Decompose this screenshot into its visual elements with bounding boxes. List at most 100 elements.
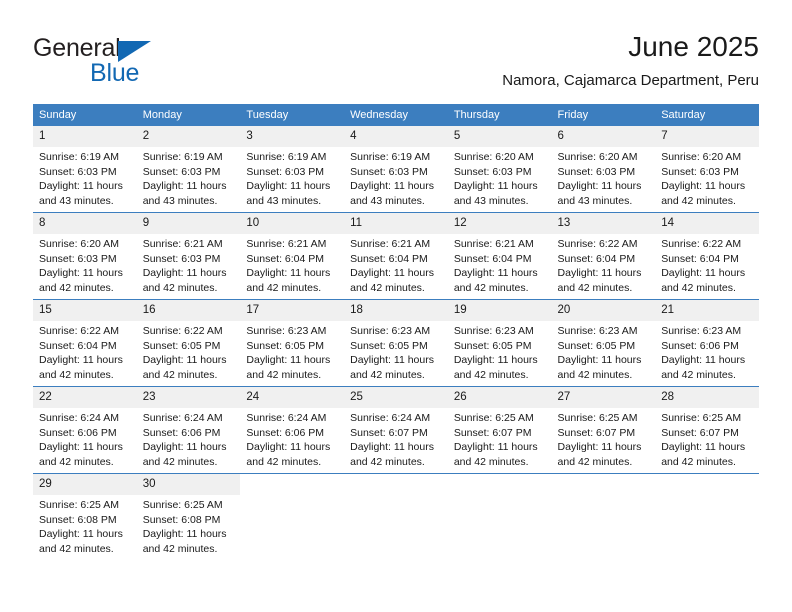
day-details: Sunrise: 6:21 AM Sunset: 6:03 PM Daylight:… bbox=[137, 234, 241, 295]
weekday-header-friday: Friday bbox=[551, 104, 656, 126]
day-details: Sunrise: 6:19 AM Sunset: 6:03 PM Daylight:… bbox=[33, 147, 137, 208]
day-number bbox=[655, 474, 759, 495]
weekday-header-monday: Monday bbox=[136, 104, 241, 126]
daylight-text: Daylight: 11 hours and 42 minutes. bbox=[142, 267, 227, 294]
calendar-table: Sunday Monday Tuesday Wednesday Thursday… bbox=[33, 104, 759, 560]
sunset-text: Sunset: 6:07 PM bbox=[557, 426, 636, 439]
calendar-day-cell[interactable]: 21 Sunrise: 6:23 AM Sunset: 6:06 PM Dayligh… bbox=[655, 299, 759, 387]
calendar-day-cell[interactable]: 1 Sunrise: 6:19 AM Sunset: 6:03 PM Daylight… bbox=[33, 126, 137, 213]
sunset-text: Sunset: 6:03 PM bbox=[142, 252, 221, 265]
day-details bbox=[448, 495, 552, 498]
calendar-day-cell[interactable]: 11 Sunrise: 6:21 AM Sunset: 6:04 PM Dayligh… bbox=[344, 212, 448, 300]
day-number: 17 bbox=[240, 300, 345, 321]
day-number: 24 bbox=[240, 387, 345, 408]
day-number: 14 bbox=[655, 213, 759, 234]
general-blue-logo[interactable]: General Blue bbox=[33, 34, 173, 88]
day-details: Sunrise: 6:23 AM Sunset: 6:05 PM Daylight:… bbox=[240, 321, 344, 382]
calendar-day-cell[interactable]: 8 Sunrise: 6:20 AM Sunset: 6:03 PM Daylight… bbox=[33, 212, 137, 300]
day-cell-inner: 25 Sunrise: 6:24 AM Sunset: 6:07 PM Dayligh… bbox=[344, 387, 448, 469]
sunset-text: Sunset: 6:04 PM bbox=[246, 252, 325, 265]
day-number: 25 bbox=[344, 387, 448, 408]
day-number: 12 bbox=[447, 213, 552, 234]
day-number: 23 bbox=[136, 387, 241, 408]
calendar-day-cell[interactable]: 9 Sunrise: 6:21 AM Sunset: 6:03 PM Daylight… bbox=[136, 212, 241, 300]
calendar-day-cell[interactable]: 7 Sunrise: 6:20 AM Sunset: 6:03 PM Daylight… bbox=[655, 126, 759, 213]
day-number: 15 bbox=[33, 300, 137, 321]
calendar-day-cell[interactable]: 3 Sunrise: 6:19 AM Sunset: 6:03 PM Daylight… bbox=[240, 126, 345, 213]
calendar-day-cell[interactable]: 26 Sunrise: 6:25 AM Sunset: 6:07 PM Dayligh… bbox=[447, 386, 552, 474]
day-number: 7 bbox=[655, 126, 759, 147]
daylight-text: Daylight: 11 hours and 42 minutes. bbox=[142, 354, 227, 381]
day-cell-inner: 24 Sunrise: 6:24 AM Sunset: 6:06 PM Dayligh… bbox=[240, 387, 345, 469]
day-number bbox=[344, 474, 448, 495]
calendar-week-row: 29 Sunrise: 6:25 AM Sunset: 6:08 PM Dayligh… bbox=[33, 473, 759, 560]
sunset-text: Sunset: 6:03 PM bbox=[246, 165, 325, 178]
calendar-day-cell[interactable]: 6 Sunrise: 6:20 AM Sunset: 6:03 PM Daylight… bbox=[551, 126, 656, 213]
day-cell-inner: 7 Sunrise: 6:20 AM Sunset: 6:03 PM Daylight… bbox=[655, 126, 759, 208]
calendar-day-cell[interactable]: 30 Sunrise: 6:25 AM Sunset: 6:08 PM Dayligh… bbox=[136, 473, 241, 560]
sunrise-text: Sunrise: 6:25 AM bbox=[557, 412, 638, 424]
sunrise-text: Sunrise: 6:21 AM bbox=[246, 238, 327, 250]
day-number: 6 bbox=[551, 126, 656, 147]
day-details: Sunrise: 6:22 AM Sunset: 6:04 PM Daylight:… bbox=[33, 321, 137, 382]
calendar-day-cell[interactable]: 28 Sunrise: 6:25 AM Sunset: 6:07 PM Dayligh… bbox=[655, 386, 759, 474]
calendar-day-cell[interactable]: 10 Sunrise: 6:21 AM Sunset: 6:04 PM Dayligh… bbox=[240, 212, 345, 300]
calendar-day-cell[interactable]: 23 Sunrise: 6:24 AM Sunset: 6:06 PM Dayligh… bbox=[136, 386, 241, 474]
sunrise-text: Sunrise: 6:20 AM bbox=[453, 151, 534, 163]
sunrise-text: Sunrise: 6:19 AM bbox=[39, 151, 119, 163]
daylight-text: Daylight: 11 hours and 42 minutes. bbox=[246, 354, 331, 381]
day-cell-inner bbox=[552, 474, 656, 498]
sunset-text: Sunset: 6:04 PM bbox=[350, 252, 428, 265]
day-number: 21 bbox=[655, 300, 759, 321]
day-details bbox=[655, 495, 759, 498]
daylight-text: Daylight: 11 hours and 42 minutes. bbox=[39, 354, 123, 381]
daylight-text: Daylight: 11 hours and 42 minutes. bbox=[142, 441, 227, 468]
daylight-text: Daylight: 11 hours and 43 minutes. bbox=[350, 180, 434, 207]
day-cell-inner: 17 Sunrise: 6:23 AM Sunset: 6:05 PM Dayligh… bbox=[240, 300, 345, 382]
logo-text-blue: Blue bbox=[90, 59, 140, 87]
calendar-day-cell[interactable]: 12 Sunrise: 6:21 AM Sunset: 6:04 PM Dayligh… bbox=[447, 212, 552, 300]
calendar-day-cell[interactable]: 16 Sunrise: 6:22 AM Sunset: 6:05 PM Dayligh… bbox=[136, 299, 241, 387]
sunset-text: Sunset: 6:07 PM bbox=[661, 426, 739, 439]
sunrise-text: Sunrise: 6:25 AM bbox=[453, 412, 534, 424]
calendar-day-cell[interactable]: 2 Sunrise: 6:19 AM Sunset: 6:03 PM Daylight… bbox=[136, 126, 241, 213]
day-number: 2 bbox=[136, 126, 241, 147]
day-number: 3 bbox=[240, 126, 345, 147]
day-cell-inner: 8 Sunrise: 6:20 AM Sunset: 6:03 PM Daylight… bbox=[33, 213, 137, 295]
calendar-day-cell[interactable]: 25 Sunrise: 6:24 AM Sunset: 6:07 PM Dayligh… bbox=[344, 386, 448, 474]
sunset-text: Sunset: 6:06 PM bbox=[39, 426, 117, 439]
daylight-text: Daylight: 11 hours and 42 minutes. bbox=[557, 354, 642, 381]
day-number bbox=[240, 474, 344, 495]
sunset-text: Sunset: 6:06 PM bbox=[142, 426, 221, 439]
calendar-day-cell[interactable]: 20 Sunrise: 6:23 AM Sunset: 6:05 PM Dayligh… bbox=[551, 299, 656, 387]
day-cell-inner: 15 Sunrise: 6:22 AM Sunset: 6:04 PM Dayligh… bbox=[33, 300, 137, 382]
day-details: Sunrise: 6:24 AM Sunset: 6:07 PM Daylight:… bbox=[344, 408, 448, 469]
day-cell-inner: 21 Sunrise: 6:23 AM Sunset: 6:06 PM Dayligh… bbox=[655, 300, 759, 382]
calendar-day-cell[interactable]: 13 Sunrise: 6:22 AM Sunset: 6:04 PM Dayligh… bbox=[551, 212, 656, 300]
calendar-day-cell[interactable]: 17 Sunrise: 6:23 AM Sunset: 6:05 PM Dayligh… bbox=[240, 299, 345, 387]
day-number bbox=[448, 474, 552, 495]
calendar-day-cell[interactable]: 18 Sunrise: 6:23 AM Sunset: 6:05 PM Dayligh… bbox=[344, 299, 448, 387]
sunset-text: Sunset: 6:03 PM bbox=[39, 252, 117, 265]
calendar-day-cell[interactable]: 29 Sunrise: 6:25 AM Sunset: 6:08 PM Dayligh… bbox=[33, 473, 137, 560]
sunset-text: Sunset: 6:06 PM bbox=[661, 339, 739, 352]
daylight-text: Daylight: 11 hours and 42 minutes. bbox=[661, 267, 746, 294]
day-details: Sunrise: 6:25 AM Sunset: 6:07 PM Daylight:… bbox=[448, 408, 552, 469]
calendar-day-cell[interactable]: 22 Sunrise: 6:24 AM Sunset: 6:06 PM Dayligh… bbox=[33, 386, 137, 474]
day-number: 27 bbox=[551, 387, 656, 408]
day-number: 4 bbox=[344, 126, 448, 147]
calendar-day-cell[interactable]: 19 Sunrise: 6:23 AM Sunset: 6:05 PM Dayligh… bbox=[447, 299, 552, 387]
calendar-day-cell[interactable]: 14 Sunrise: 6:22 AM Sunset: 6:04 PM Dayligh… bbox=[655, 212, 759, 300]
sunrise-text: Sunrise: 6:25 AM bbox=[39, 499, 119, 511]
daylight-text: Daylight: 11 hours and 42 minutes. bbox=[557, 267, 642, 294]
calendar-day-cell[interactable]: 27 Sunrise: 6:25 AM Sunset: 6:07 PM Dayligh… bbox=[551, 386, 656, 474]
calendar-day-cell[interactable]: 24 Sunrise: 6:24 AM Sunset: 6:06 PM Dayligh… bbox=[240, 386, 345, 474]
sunset-text: Sunset: 6:08 PM bbox=[39, 513, 117, 526]
calendar-day-cell[interactable]: 15 Sunrise: 6:22 AM Sunset: 6:04 PM Dayligh… bbox=[33, 299, 137, 387]
calendar-day-cell[interactable]: 5 Sunrise: 6:20 AM Sunset: 6:03 PM Daylight… bbox=[447, 126, 552, 213]
calendar-day-cell[interactable]: 4 Sunrise: 6:19 AM Sunset: 6:03 PM Daylight… bbox=[344, 126, 448, 213]
day-details: Sunrise: 6:19 AM Sunset: 6:03 PM Daylight:… bbox=[240, 147, 344, 208]
weekday-header-tuesday: Tuesday bbox=[240, 104, 345, 126]
day-cell-inner: 16 Sunrise: 6:22 AM Sunset: 6:05 PM Dayligh… bbox=[136, 300, 241, 382]
day-details: Sunrise: 6:21 AM Sunset: 6:04 PM Daylight:… bbox=[344, 234, 448, 295]
